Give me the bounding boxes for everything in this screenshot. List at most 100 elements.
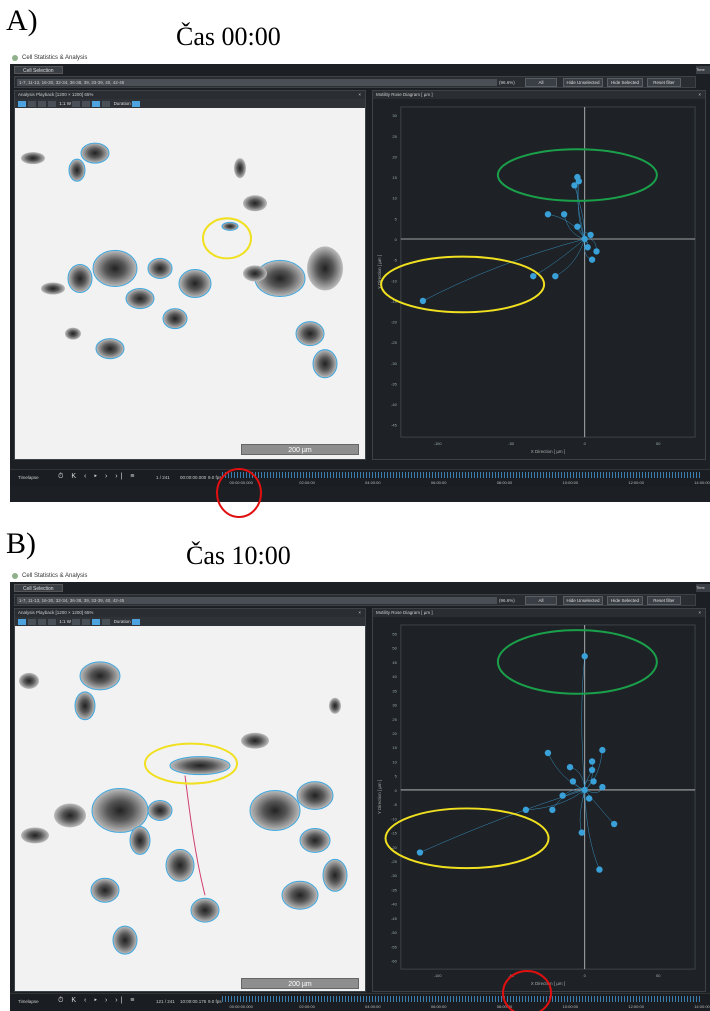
y-tick-label: 40 [392,674,397,679]
close-icon[interactable]: × [358,91,361,99]
tab-time[interactable]: Time [696,66,710,74]
panel-b-title: Čas 10:00 [186,541,291,570]
hide-unselected-button[interactable]: Hide Unselected [563,596,603,605]
play-mode-icon[interactable] [131,100,140,107]
selection-percent: (96.6%) [499,80,515,85]
timeline-tick-label: 00:00:00.000 [229,480,253,485]
timeline-bar: Timelapse ⏱ K ‹ ▸ › ›| ≡ 121 / 241 10:00… [10,993,710,1011]
playback-controls[interactable]: ⏱ K ‹ ▸ › ›| ≡ [58,997,137,1005]
timeline-tick-label: 08:00:00 [496,480,513,485]
panel-b-letter: B) [6,527,36,560]
close-icon[interactable]: × [698,91,701,99]
track-endpoint [566,763,574,771]
cells-image-b [19,661,348,955]
app-icon [12,573,18,579]
plot-area [400,624,696,970]
track-endpoint [588,766,596,774]
y-tick-label: -60 [391,959,398,964]
y-tick-label: 10 [392,196,397,201]
hide-selected-button[interactable]: Hide Selected [607,78,643,87]
timeline-tick-label: 14:00:00 [694,480,710,485]
playback-toolbar: 1:1 W Duration [15,617,365,626]
contrast-tool-icon[interactable] [28,618,36,625]
timeline-track[interactable] [222,472,702,478]
info-tool-icon[interactable] [48,618,56,625]
select-tool-icon[interactable] [92,618,101,625]
hide-unselected-button[interactable]: Hide Unselected [563,78,603,87]
zoom-out-icon[interactable] [82,618,91,625]
rose-plot-a[interactable]: 30 25 20 15 10 5 0 -5 -10 -15 -20 -25 -30 -35 -40 -45 -1… [373,99,705,459]
track-endpoint [544,211,552,218]
fps-readout: 9.0 fps [208,999,222,1004]
y-tick-label: -45 [391,423,398,428]
rose-plot-b[interactable]: 55 50 45 40 35 30 25 20 15 10 5 0 -5 -10 -15 -20 -25 -30-… [373,617,705,991]
y-tick-label: -30 [391,873,398,878]
view-tool-icon[interactable] [18,618,26,625]
reset-filter-button[interactable]: Reset filter [647,596,681,605]
y-tick-label: 45 [392,660,397,665]
hide-selected-button[interactable]: Hide Selected [607,596,643,605]
y-tick-label: -45 [391,916,398,921]
rose-chart-a: 302520151050-5-10-15-20-25-30-35-40-45-1… [377,106,696,454]
playback-controls[interactable]: ⏱ K ‹ ▸ › ›| ≡ [58,473,137,481]
close-icon[interactable]: × [358,609,361,617]
track-endpoint [596,866,603,873]
screenshot-b: Cell Statistics & Analysis Cell Selectio… [10,570,710,1011]
timeline-tick-label: 08:00:00 [496,1004,513,1009]
time-readout: 10:00:00.175 [180,999,207,1004]
timeline-tick-label: 02:00:00 [299,1004,315,1009]
info-tool-icon[interactable] [48,100,56,107]
microscopy-view-a[interactable]: 200 µm [15,108,365,459]
y-tick-label: -25 [391,859,398,864]
timeline-tick-label: 00:00:00.000 [229,1004,253,1009]
close-icon[interactable]: × [698,609,701,617]
tab-cell-selection[interactable]: Cell Selection [14,584,63,592]
pencil-icon[interactable] [102,618,111,625]
play-mode-icon[interactable] [131,618,140,625]
pencil-icon[interactable] [102,100,111,107]
app-body: Cell Selection Time 1-7, 11-13, 16-30, 3… [10,582,710,1011]
frame-counter: 121 / 241 [156,999,175,1004]
all-button[interactable]: All [525,78,557,87]
y-tick-label: 50 [392,646,397,651]
grid-tool-icon[interactable] [38,618,46,625]
y-tick-label: 20 [392,154,397,159]
all-button[interactable]: All [525,596,557,605]
grid-tool-icon[interactable] [38,100,46,107]
view-tool-icon[interactable] [18,100,26,107]
y-tick-label: -5 [393,802,397,807]
selection-input[interactable]: 1-7, 11-13, 16-30, 32-34, 36-38, 39, 33-… [17,79,497,86]
selection-input[interactable]: 1-7, 11-13, 16-30, 32-34, 36-38, 39, 33-… [17,597,497,604]
y-tick-label: 15 [392,175,397,180]
track-endpoint [588,758,596,765]
track-endpoint [587,231,594,239]
track-endpoint [590,778,597,785]
select-tool-icon[interactable] [92,100,101,107]
y-tick-label: 25 [392,717,397,722]
zoom-in-icon[interactable] [72,100,81,107]
zoom-text: 1:1 W [59,619,72,624]
timeline-track[interactable] [222,996,702,1002]
playback-header: Analysis Playback [1200 × 1200] 65% × [15,91,365,99]
reset-filter-button[interactable]: Reset filter [647,78,681,87]
track-endpoint [581,653,588,660]
contrast-tool-icon[interactable] [28,100,36,107]
scale-bar: 200 µm [241,978,359,989]
playback-title: Analysis Playback [1200 × 1200] 65% [18,610,94,615]
tab-time[interactable]: Time [696,584,710,592]
window-title-bar: Cell Statistics & Analysis [10,52,710,64]
duration-label: Duration [113,619,131,624]
zoom-in-icon[interactable] [72,618,81,625]
y-tick-label: -35 [391,887,398,892]
y-tick-label: 10 [392,759,397,764]
microscopy-view-b[interactable]: 200 µm [15,626,365,991]
tab-cell-selection[interactable]: Cell Selection [14,66,63,74]
timeline-tick-label: 06:00:00 [430,480,447,485]
y-tick-label: -30 [391,361,398,366]
timeline-ticks-a: 00:00:00.000 02:00:00 04:00:00 06:00:00 08:0… [222,480,710,486]
track-endpoint [584,244,591,251]
track-endpoint [593,248,600,255]
app-icon [12,55,18,61]
zoom-out-icon[interactable] [82,100,91,107]
timeline-tick-label: 12:00:00 [628,480,644,485]
